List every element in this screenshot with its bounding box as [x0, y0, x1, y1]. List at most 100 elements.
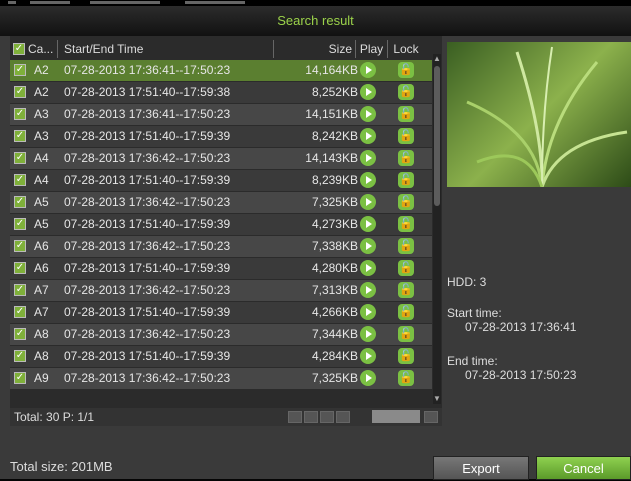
play-icon[interactable] [360, 84, 376, 100]
play-icon[interactable] [360, 282, 376, 298]
table-row[interactable]: ✓ A3 07-28-2013 17:36:41--17:50:23 14,151KB… [10, 104, 432, 125]
table-row[interactable]: ✓ A5 07-28-2013 17:51:40--17:59:39 4,273KB 🔓 [10, 214, 432, 235]
size-cell: 7,338KB [311, 239, 358, 253]
scrollbar[interactable]: ▲ ▼ [433, 54, 441, 404]
row-checkbox[interactable]: ✓ [14, 86, 26, 98]
unlock-icon[interactable]: 🔓 [398, 260, 414, 276]
time-cell: 07-28-2013 17:51:40--17:59:39 [64, 349, 231, 363]
time-cell: 07-28-2013 17:51:40--17:59:39 [64, 129, 231, 143]
scroll-down-icon[interactable]: ▼ [433, 394, 441, 404]
camera-cell: A8 [34, 349, 49, 363]
last-page-button[interactable] [336, 411, 350, 423]
unlock-icon[interactable]: 🔓 [398, 348, 414, 364]
export-button[interactable]: Export [433, 456, 529, 480]
size-cell: 14,151KB [305, 107, 358, 121]
unlock-icon[interactable]: 🔓 [398, 370, 414, 386]
row-checkbox[interactable]: ✓ [14, 372, 26, 384]
row-checkbox[interactable]: ✓ [14, 130, 26, 142]
table-footer: Total: 30 P: 1/1 [10, 408, 442, 426]
table-row[interactable]: ✓ A7 07-28-2013 17:51:40--17:59:39 4,266KB 🔓 [10, 302, 432, 323]
row-checkbox[interactable]: ✓ [14, 152, 26, 164]
row-checkbox[interactable]: ✓ [14, 306, 26, 318]
unlock-icon[interactable]: 🔓 [398, 150, 414, 166]
size-cell: 4,266KB [311, 305, 358, 319]
next-page-button[interactable] [320, 411, 334, 423]
unlock-icon[interactable]: 🔓 [398, 304, 414, 320]
play-icon[interactable] [360, 260, 376, 276]
size-cell: 8,252KB [311, 85, 358, 99]
play-icon[interactable] [360, 238, 376, 254]
table-row[interactable]: ✓ A8 07-28-2013 17:36:42--17:50:23 7,344KB 🔓 [10, 324, 432, 345]
row-checkbox[interactable]: ✓ [14, 174, 26, 186]
play-icon[interactable] [360, 106, 376, 122]
camera-cell: A3 [34, 107, 49, 121]
table-row[interactable]: ✓ A6 07-28-2013 17:51:40--17:59:39 4,280KB 🔓 [10, 258, 432, 279]
play-icon[interactable] [360, 304, 376, 320]
unlock-icon[interactable]: 🔓 [398, 106, 414, 122]
row-checkbox[interactable]: ✓ [14, 108, 26, 120]
play-icon[interactable] [360, 326, 376, 342]
table-row[interactable]: ✓ A3 07-28-2013 17:51:40--17:59:39 8,242KB 🔓 [10, 126, 432, 147]
go-page-button[interactable] [424, 411, 438, 423]
camera-cell: A4 [34, 151, 49, 165]
size-cell: 14,143KB [305, 151, 358, 165]
unlock-icon[interactable]: 🔓 [398, 216, 414, 232]
time-cell: 07-28-2013 17:36:42--17:50:23 [64, 239, 231, 253]
camera-cell: A3 [34, 129, 49, 143]
time-cell: 07-28-2013 17:36:41--17:50:23 [64, 107, 231, 121]
unlock-icon[interactable]: 🔓 [398, 128, 414, 144]
table-row[interactable]: ✓ A2 07-28-2013 17:36:41--17:50:23 14,164KB… [10, 60, 432, 81]
table-row[interactable]: ✓ A7 07-28-2013 17:36:42--17:50:23 7,313KB 🔓 [10, 280, 432, 301]
scroll-up-icon[interactable]: ▲ [433, 54, 441, 64]
play-icon[interactable] [360, 150, 376, 166]
play-icon[interactable] [360, 370, 376, 386]
row-checkbox[interactable]: ✓ [14, 328, 26, 340]
play-icon[interactable] [360, 62, 376, 78]
unlock-icon[interactable]: 🔓 [398, 62, 414, 78]
unlock-icon[interactable]: 🔓 [398, 194, 414, 210]
unlock-icon[interactable]: 🔓 [398, 172, 414, 188]
size-cell: 8,239KB [311, 173, 358, 187]
play-icon[interactable] [360, 128, 376, 144]
column-play: Play [356, 40, 388, 58]
camera-cell: A7 [34, 283, 49, 297]
play-icon[interactable] [360, 216, 376, 232]
unlock-icon[interactable]: 🔓 [398, 84, 414, 100]
total-size: Total size: 201MB [10, 459, 113, 474]
play-icon[interactable] [360, 172, 376, 188]
row-checkbox[interactable]: ✓ [14, 218, 26, 230]
scroll-thumb[interactable] [434, 66, 440, 206]
table-row[interactable]: ✓ A8 07-28-2013 17:51:40--17:59:39 4,284KB 🔓 [10, 346, 432, 367]
size-cell: 4,284KB [311, 349, 358, 363]
table-row[interactable]: ✓ A9 07-28-2013 17:36:42--17:50:23 7,325KB 🔓 [10, 368, 432, 389]
table-row[interactable]: ✓ A6 07-28-2013 17:36:42--17:50:23 7,338KB 🔓 [10, 236, 432, 257]
unlock-icon[interactable]: 🔓 [398, 326, 414, 342]
table-row[interactable]: ✓ A4 07-28-2013 17:36:42--17:50:23 14,143KB… [10, 148, 432, 169]
plant-image [466, 46, 628, 188]
column-size[interactable]: Size [274, 40, 356, 58]
page-info: Total: 30 P: 1/1 [14, 410, 95, 424]
play-icon[interactable] [360, 194, 376, 210]
size-cell: 7,313KB [311, 283, 358, 297]
row-checkbox[interactable]: ✓ [14, 196, 26, 208]
row-checkbox[interactable]: ✓ [14, 350, 26, 362]
camera-cell: A5 [34, 195, 49, 209]
row-checkbox[interactable]: ✓ [14, 240, 26, 252]
cancel-button[interactable]: Cancel [536, 456, 631, 480]
table-row[interactable]: ✓ A5 07-28-2013 17:36:42--17:50:23 7,325KB 🔓 [10, 192, 432, 213]
row-checkbox[interactable]: ✓ [14, 284, 26, 296]
row-checkbox[interactable]: ✓ [14, 64, 26, 76]
play-icon[interactable] [360, 348, 376, 364]
table-row[interactable]: ✓ A2 07-28-2013 17:51:40--17:59:38 8,252KB 🔓 [10, 82, 432, 103]
first-page-button[interactable] [288, 411, 302, 423]
column-time[interactable]: Start/End Time [58, 40, 274, 58]
unlock-icon[interactable]: 🔓 [398, 238, 414, 254]
unlock-icon[interactable]: 🔓 [398, 282, 414, 298]
row-checkbox[interactable]: ✓ [14, 262, 26, 274]
column-camera[interactable]: ✓ Ca... [10, 40, 58, 58]
prev-page-button[interactable] [304, 411, 318, 423]
time-cell: 07-28-2013 17:51:40--17:59:39 [64, 217, 231, 231]
select-all-checkbox[interactable]: ✓ [13, 43, 25, 55]
page-input[interactable] [372, 410, 420, 423]
table-row[interactable]: ✓ A4 07-28-2013 17:51:40--17:59:39 8,239KB 🔓 [10, 170, 432, 191]
